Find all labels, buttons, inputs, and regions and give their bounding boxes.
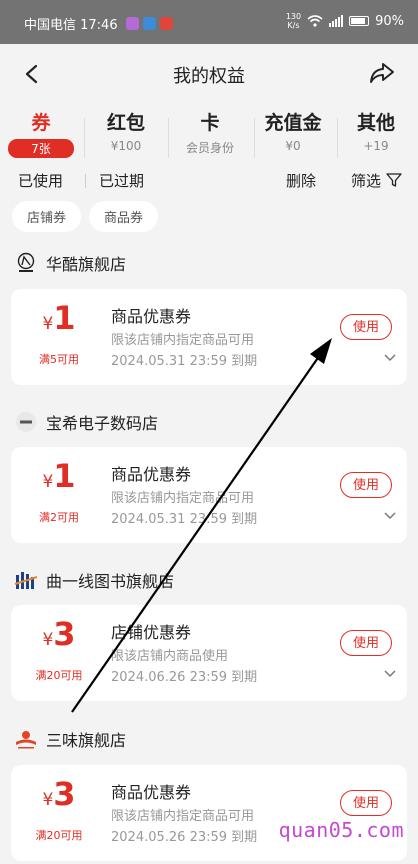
delete-button[interactable]: 删除 [286, 170, 316, 191]
coupon-type-chips: 店铺券 商品券 [12, 201, 159, 232]
app-notification-icon [125, 17, 139, 30]
tab-other[interactable]: 其他 +19 [344, 110, 408, 153]
signal-icon [329, 15, 344, 27]
shop-name: 宝希电子数码店 [46, 414, 159, 433]
page-header: 我的权益 [0, 44, 418, 102]
chevron-down-icon[interactable] [383, 669, 397, 679]
category-tabs: 券 7张 红包 ¥100 卡 会员身份 充值金 ¥0 其他 +19 [0, 110, 418, 166]
shop-name: 三味旗舰店 [46, 731, 127, 750]
used-filter[interactable]: 已使用 [18, 170, 63, 191]
coupon-expiry: 2024.05.31 23:59 到期 [111, 512, 258, 527]
tab-coupons[interactable]: 券 7张 [8, 110, 74, 158]
shop-header[interactable]: 华酷旗舰店 [14, 251, 126, 275]
use-coupon-button[interactable]: 使用 [340, 472, 392, 498]
coupon-condition: 满2可用 [39, 511, 79, 524]
coupon-expiry: 2024.05.26 23:59 到期 [111, 830, 258, 845]
shop-logo-icon [16, 731, 36, 749]
coupon-card: ¥3 满20可用 商品优惠券 限该店铺内指定商品可用 2024.05.26 23… [11, 765, 407, 861]
use-coupon-button[interactable]: 使用 [340, 314, 392, 340]
watermark: quan05.com [278, 818, 404, 842]
tab-cards[interactable]: 卡 会员身份 [172, 110, 248, 156]
use-coupon-button[interactable]: 使用 [340, 630, 392, 656]
shop-name: 曲一线图书旗舰店 [46, 572, 175, 591]
filter-row: 已使用 已过期 删除 筛选 [0, 168, 418, 194]
divider [254, 118, 255, 158]
coupon-amount: ¥1 [42, 457, 76, 495]
chip-product-coupons[interactable]: 商品券 [89, 201, 159, 232]
coupon-description: 限该店铺内商品使用 [111, 649, 229, 664]
coupon-condition: 满20可用 [35, 669, 83, 682]
shop-header[interactable]: 宝希电子数码店 [14, 410, 158, 434]
chevron-down-icon[interactable] [383, 511, 397, 521]
coupon-title: 商品优惠券 [111, 783, 192, 802]
page-title: 我的权益 [173, 66, 245, 87]
battery-level: 90% [375, 13, 404, 29]
shop-header[interactable]: 三味旗舰店 [14, 727, 126, 751]
coupon-card: ¥1 满5可用 商品优惠券 限该店铺内指定商品可用 2024.05.31 23:… [11, 289, 407, 385]
coupon-amount: ¥1 [42, 299, 76, 337]
divider [84, 118, 85, 158]
shop-name: 华酷旗舰店 [46, 255, 127, 274]
coupon-count-badge: 7张 [8, 139, 74, 158]
coupon-expiry: 2024.05.31 23:59 到期 [111, 354, 258, 369]
coupon-title: 店铺优惠券 [111, 623, 192, 642]
coupon-title: 商品优惠券 [111, 307, 192, 326]
coupon-description: 限该店铺内指定商品可用 [111, 333, 255, 348]
tab-recharge[interactable]: 充值金 ¥0 [258, 110, 328, 153]
wifi-icon [307, 15, 323, 27]
battery-icon [349, 16, 370, 26]
status-bar: 中国电信 17:46 130 K/s 90% [0, 0, 418, 44]
filter-icon[interactable] [386, 172, 402, 188]
divider [168, 118, 169, 158]
divider [85, 174, 86, 188]
chevron-down-icon[interactable] [383, 353, 397, 363]
filter-button[interactable]: 筛选 [351, 170, 381, 191]
coupon-card: ¥1 满2可用 商品优惠券 限该店铺内指定商品可用 2024.05.31 23:… [11, 447, 407, 543]
network-speed: 130 K/s [285, 12, 302, 30]
carrier-time: 中国电信 17:46 [24, 18, 118, 33]
coupon-amount: ¥3 [42, 615, 76, 653]
use-coupon-button[interactable]: 使用 [340, 790, 392, 816]
app-notification-icon [159, 17, 173, 30]
shop-logo-icon [16, 412, 36, 432]
coupon-expiry: 2024.06.26 23:59 到期 [111, 670, 258, 685]
coupon-condition: 满5可用 [39, 353, 79, 366]
divider [337, 118, 338, 158]
shop-logo-icon [14, 572, 38, 589]
expired-filter[interactable]: 已过期 [99, 170, 144, 191]
coupon-title: 商品优惠券 [111, 465, 192, 484]
coupon-card: ¥3 满20可用 店铺优惠券 限该店铺内商品使用 2024.06.26 23:5… [11, 605, 407, 701]
chip-store-coupons[interactable]: 店铺券 [12, 201, 82, 232]
coupon-description: 限该店铺内指定商品可用 [111, 491, 255, 506]
app-notification-icon [142, 17, 156, 30]
coupon-amount: ¥3 [42, 775, 76, 813]
shop-header[interactable]: 曲一线图书旗舰店 [14, 568, 174, 592]
shop-logo-icon [17, 252, 35, 272]
coupon-description: 限该店铺内指定商品可用 [111, 809, 255, 824]
coupon-condition: 满20可用 [35, 829, 83, 842]
share-icon[interactable] [368, 60, 396, 86]
tab-red-packets[interactable]: 红包 ¥100 [90, 110, 162, 153]
